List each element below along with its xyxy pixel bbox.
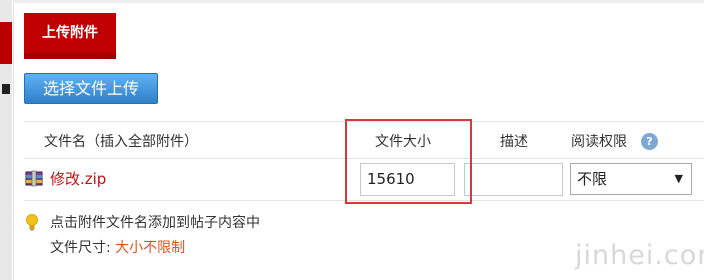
top-divider [13,0,704,3]
permission-select[interactable]: 不限 ▼ [570,163,692,195]
select-file-upload-button[interactable]: 选择文件上传 [24,73,158,104]
column-header-filename: 文件名（插入全部附件） [44,134,198,150]
left-strip-accent [0,22,12,64]
chevron-down-icon: ▼ [674,172,683,185]
lightbulb-icon [26,214,38,231]
section-title-tab[interactable]: 上传附件 [24,13,116,59]
file-size-limit-label: 文件尺寸: [50,240,116,256]
watermark: jinhei.com [575,240,704,271]
insert-hint-text: 点击附件文件名添加到帖子内容中 [50,215,260,231]
question-icon[interactable]: ? [641,133,658,150]
column-header-permission: 阅读权限 [571,134,627,150]
left-strip-marker [2,84,10,94]
left-strip [0,0,12,280]
file-size-limit: 文件尺寸: 大小不限制 [50,237,185,257]
column-header-description: 描述 [500,134,528,150]
archive-icon [25,170,43,187]
file-size-limit-value: 大小不限制 [115,240,186,256]
filesize-highlight-box [345,119,472,204]
permission-select-value: 不限 [577,170,608,188]
attachment-file-link[interactable]: 修改.zip [50,168,106,189]
description-field[interactable] [464,163,563,196]
